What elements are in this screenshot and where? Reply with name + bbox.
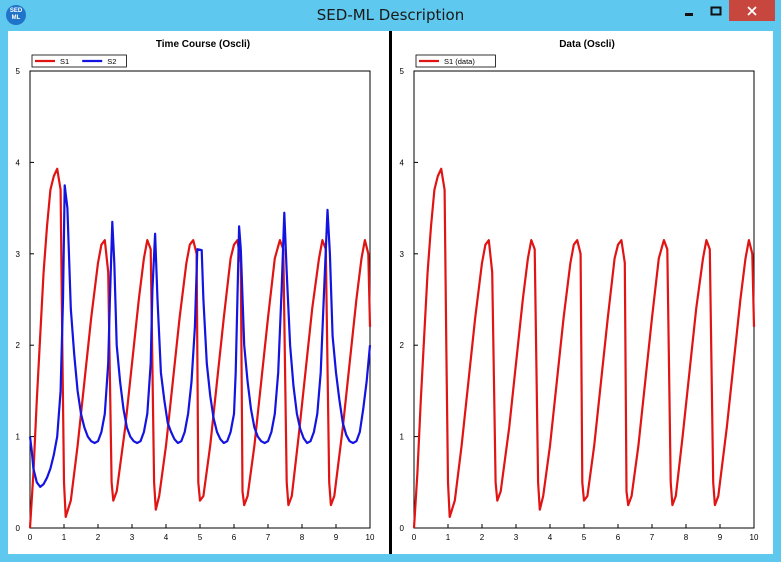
x-tick-label: 0 bbox=[412, 533, 417, 542]
x-tick-label: 7 bbox=[650, 533, 655, 542]
y-tick-label: 3 bbox=[16, 250, 21, 259]
x-tick-label: 3 bbox=[130, 533, 135, 542]
x-tick-label: 10 bbox=[366, 533, 375, 542]
x-tick-label: 2 bbox=[480, 533, 485, 542]
x-tick-label: 1 bbox=[446, 533, 451, 542]
minimize-icon bbox=[684, 12, 693, 16]
x-tick-label: 8 bbox=[300, 533, 305, 542]
close-button[interactable] bbox=[729, 0, 775, 21]
y-tick-label: 5 bbox=[16, 67, 21, 76]
x-tick-label: 7 bbox=[266, 533, 271, 542]
close-icon bbox=[747, 5, 757, 16]
y-tick-label: 4 bbox=[16, 158, 21, 167]
legend-label: S1 (data) bbox=[444, 57, 475, 66]
x-tick-label: 6 bbox=[616, 533, 621, 542]
y-tick-label: 1 bbox=[400, 433, 405, 442]
minimize-button[interactable] bbox=[675, 0, 702, 21]
plot-frame bbox=[413, 70, 755, 529]
app-window: SED ML SED-ML Description Time Course (Os… bbox=[0, 0, 781, 562]
x-tick-label: 4 bbox=[164, 533, 169, 542]
title-bar[interactable]: SED ML SED-ML Description bbox=[0, 0, 781, 31]
plot-frame bbox=[29, 70, 371, 529]
x-tick-label: 9 bbox=[334, 533, 339, 542]
x-tick-label: 1 bbox=[62, 533, 67, 542]
chart-title: Data (Oscli) bbox=[559, 39, 615, 50]
y-tick-label: 5 bbox=[400, 67, 405, 76]
chart-title: Time Course (Oscli) bbox=[156, 39, 250, 50]
maximize-button[interactable] bbox=[702, 0, 729, 21]
maximize-icon bbox=[710, 6, 721, 15]
x-tick-label: 2 bbox=[96, 533, 101, 542]
time-course-chart: Time Course (Oscli) 0 1 2 3 4 5 6 7 8 9 10 0 1 2 3 4 5 S1 S… bbox=[16, 39, 375, 542]
x-tick-label: 5 bbox=[582, 533, 587, 542]
y-tick-label: 3 bbox=[400, 250, 405, 259]
y-tick-label: 2 bbox=[16, 341, 21, 350]
x-tick-label: 4 bbox=[548, 533, 553, 542]
legend-label: S1 bbox=[60, 57, 69, 66]
legend-label: S2 bbox=[107, 57, 116, 66]
y-tick-label: 1 bbox=[16, 433, 21, 442]
x-tick-label: 6 bbox=[232, 533, 237, 542]
window-title: SED-ML Description bbox=[316, 6, 465, 24]
x-tick-label: 0 bbox=[28, 533, 33, 542]
x-tick-label: 5 bbox=[198, 533, 203, 542]
x-tick-label: 9 bbox=[718, 533, 723, 542]
data-chart: Data (Oscli) 0 1 2 3 4 5 6 7 8 9 10 0 1 2 3 4 5 S1 (data) bbox=[400, 39, 759, 542]
y-tick-label: 4 bbox=[400, 158, 405, 167]
x-tick-label: 8 bbox=[684, 533, 689, 542]
x-tick-label: 3 bbox=[514, 533, 519, 542]
x-tick-label: 10 bbox=[750, 533, 759, 542]
y-tick-label: 0 bbox=[400, 524, 405, 533]
y-tick-label: 2 bbox=[400, 341, 405, 350]
plot-area: Time Course (Oscli) 0 1 2 3 4 5 6 7 8 9 10 0 1 2 3 4 5 S1 S… bbox=[8, 31, 773, 554]
y-tick-label: 0 bbox=[16, 524, 21, 533]
